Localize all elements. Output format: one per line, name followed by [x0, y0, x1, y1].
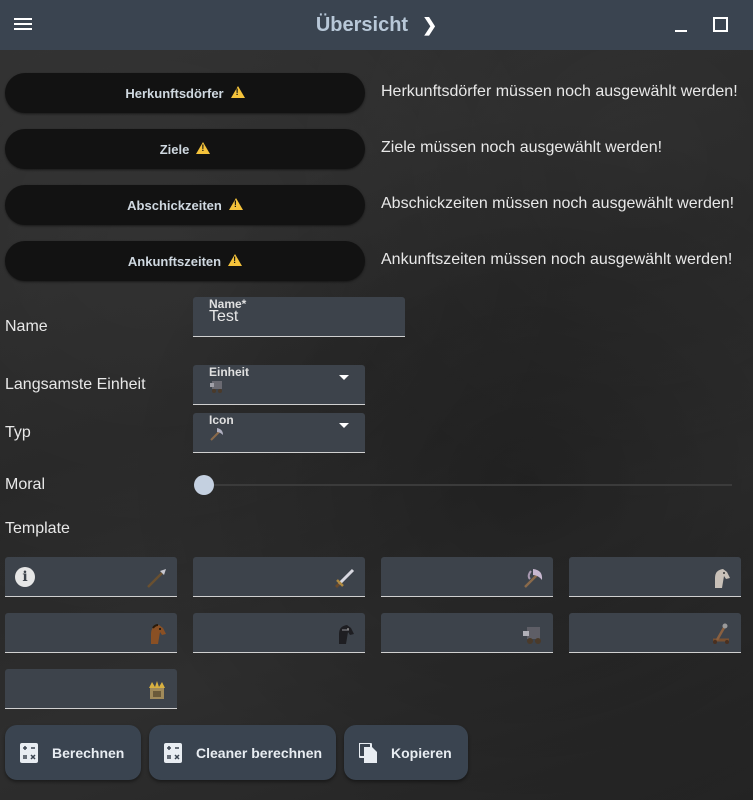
name-field[interactable]: Name* Test [193, 297, 405, 337]
clean-calculate-button-label: Cleaner berechnen [196, 744, 323, 761]
template-heavy-cavalry-field[interactable] [193, 613, 365, 653]
unit-field-label: Einheit [209, 365, 250, 379]
copy-button-label: Kopieren [391, 744, 452, 761]
minimize-icon[interactable] [675, 30, 687, 32]
arrival-times-button[interactable]: Ankunftszeiten [5, 241, 365, 281]
status-row-origins: Herkunftsdörfer Herkunftsdörfer müssen n… [0, 73, 753, 113]
sword-icon [334, 568, 355, 589]
ram-icon [523, 627, 541, 644]
chevron-down-icon [339, 423, 349, 428]
template-noble-field[interactable] [5, 669, 177, 709]
copy-button[interactable]: Kopieren [344, 725, 468, 780]
arrival-times-status-text: Ankunftszeiten müssen noch ausgewählt we… [381, 251, 733, 268]
template-label: Template [5, 520, 70, 537]
targets-status-text: Ziele müssen noch ausgewählt werden! [381, 139, 663, 156]
warning-icon [230, 86, 245, 98]
send-times-button[interactable]: Abschickzeiten [5, 185, 365, 225]
maximize-icon[interactable] [713, 17, 728, 32]
ram-icon [210, 381, 222, 393]
slowest-unit-select[interactable]: Einheit [193, 365, 365, 405]
template-sword-field[interactable] [193, 557, 365, 597]
origins-status-text: Herkunftsdörfer müssen noch ausgewählt w… [381, 83, 738, 100]
template-scout-field[interactable] [569, 557, 741, 597]
axe-icon [210, 428, 223, 441]
chevron-right-icon[interactable]: ❯ [422, 15, 437, 36]
light-cavalry-icon [151, 624, 166, 644]
template-spear-field[interactable]: i [5, 557, 177, 597]
warning-icon [228, 198, 243, 210]
top-app-bar: Übersicht ❯ [0, 0, 753, 50]
template-axe-field[interactable] [381, 557, 553, 597]
template-ram-field[interactable] [381, 613, 553, 653]
info-icon[interactable]: i [15, 567, 35, 587]
status-row-targets: Ziele Ziele müssen noch ausgewählt werde… [0, 129, 753, 169]
spear-icon [147, 569, 166, 588]
moral-slider-track[interactable] [204, 484, 732, 486]
calculate-button[interactable]: Berechnen [5, 725, 141, 780]
type-field-label: Icon [209, 413, 234, 427]
page-title[interactable]: Übersicht [316, 14, 408, 37]
warning-icon [228, 254, 243, 266]
name-input-value[interactable]: Test [209, 308, 238, 326]
moral-label: Moral [5, 476, 46, 493]
targets-button-label: Ziele [159, 141, 190, 157]
name-label: Name [5, 318, 48, 335]
moral-slider-thumb[interactable] [194, 475, 214, 495]
origins-button[interactable]: Herkunftsdörfer [5, 73, 365, 113]
warning-icon [196, 142, 211, 154]
noble-icon [149, 681, 165, 699]
template-light-cavalry-field[interactable] [5, 613, 177, 653]
copy-icon [359, 742, 377, 763]
axe-icon [524, 569, 543, 588]
slowest-unit-label: Langsamste Einheit [5, 376, 146, 393]
template-catapult-field[interactable] [569, 613, 741, 653]
chevron-down-icon [339, 375, 349, 380]
title-wrap: Übersicht ❯ [0, 0, 753, 50]
targets-button[interactable]: Ziele [5, 129, 365, 169]
scout-horse-icon [715, 569, 730, 588]
heavy-cavalry-icon [339, 625, 354, 644]
catapult-icon [713, 623, 729, 644]
send-times-status-text: Abschickzeiten müssen noch ausgewählt we… [381, 195, 735, 212]
status-row-send-times: Abschickzeiten Abschickzeiten müssen noc… [0, 185, 753, 225]
clean-calculate-button[interactable]: Cleaner berechnen [149, 725, 336, 780]
origins-button-label: Herkunftsdörfer [125, 85, 224, 101]
calculator-icon [20, 742, 38, 763]
type-label: Typ [5, 424, 31, 441]
send-times-button-label: Abschickzeiten [127, 197, 222, 213]
calculate-button-label: Berechnen [52, 744, 125, 761]
calculator-icon [164, 742, 182, 763]
arrival-times-button-label: Ankunftszeiten [127, 253, 222, 269]
type-select[interactable]: Icon [193, 413, 365, 453]
status-row-arrival-times: Ankunftszeiten Ankunftszeiten müssen noc… [0, 241, 753, 281]
